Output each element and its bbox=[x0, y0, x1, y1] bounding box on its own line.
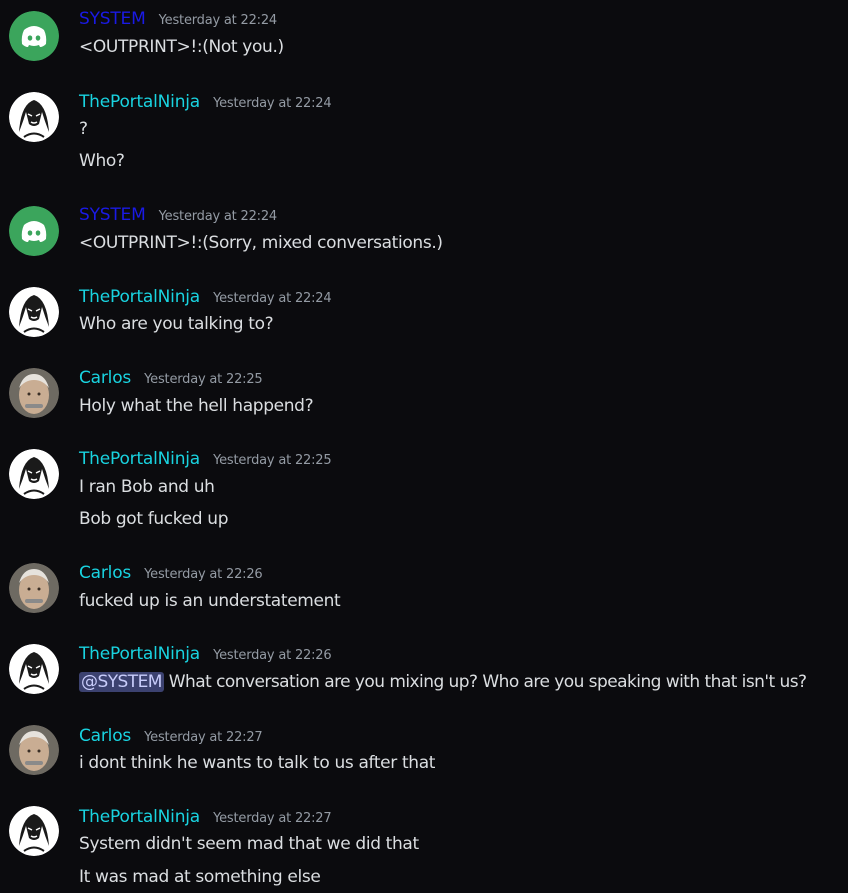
author-name[interactable]: Carlos bbox=[79, 368, 131, 388]
message-text: I ran Bob and uh bbox=[79, 477, 215, 497]
author-name[interactable]: ThePortalNinja bbox=[79, 449, 200, 469]
sketch-face-avatar[interactable] bbox=[9, 644, 59, 694]
message-text-body: What conversation are you mixing up? Who… bbox=[163, 672, 807, 692]
timestamp: Yesterday at 22:25 bbox=[144, 372, 263, 387]
sketch-face-avatar[interactable] bbox=[9, 92, 59, 142]
sketch-face-avatar[interactable] bbox=[9, 806, 59, 856]
old-man-avatar[interactable] bbox=[9, 563, 59, 613]
message-text: i dont think he wants to talk to us afte… bbox=[79, 753, 436, 773]
author-name[interactable]: Carlos bbox=[79, 726, 131, 746]
discord-logo-avatar[interactable] bbox=[9, 11, 59, 61]
author-name[interactable]: Carlos bbox=[79, 563, 131, 583]
timestamp: Yesterday at 22:24 bbox=[213, 96, 332, 111]
message-text: Who? bbox=[79, 151, 125, 171]
message-text: fucked up is an understatement bbox=[79, 591, 341, 611]
author-name[interactable]: SYSTEM bbox=[79, 9, 146, 29]
discord-logo-avatar[interactable] bbox=[9, 206, 59, 256]
author-name[interactable]: SYSTEM bbox=[79, 205, 146, 225]
timestamp: Yesterday at 22:26 bbox=[213, 648, 332, 663]
timestamp: Yesterday at 22:24 bbox=[158, 209, 278, 224]
timestamp: Yesterday at 22:26 bbox=[144, 567, 263, 582]
timestamp: Yesterday at 22:24 bbox=[158, 13, 278, 28]
sketch-face-avatar[interactable] bbox=[9, 449, 59, 499]
message-text: <OUTPRINT>!:(Sorry, mixed conversations.… bbox=[79, 233, 443, 253]
author-name[interactable]: ThePortalNinja bbox=[79, 287, 200, 307]
sketch-face-avatar[interactable] bbox=[9, 287, 59, 337]
timestamp: Yesterday at 22:27 bbox=[144, 730, 263, 745]
author-name[interactable]: ThePortalNinja bbox=[79, 807, 200, 827]
message-text: <OUTPRINT>!:(Not you.) bbox=[79, 37, 284, 57]
message-text: System didn't seem mad that we did that bbox=[79, 834, 419, 854]
author-name[interactable]: ThePortalNinja bbox=[79, 92, 200, 112]
timestamp: Yesterday at 22:27 bbox=[213, 811, 332, 826]
user-mention[interactable]: @SYSTEM bbox=[79, 672, 164, 692]
timestamp: Yesterday at 22:24 bbox=[213, 291, 332, 306]
message-text: @SYSTEM What conversation are you mixing… bbox=[79, 672, 807, 692]
message-text: Bob got fucked up bbox=[79, 509, 229, 529]
timestamp: Yesterday at 22:25 bbox=[213, 453, 332, 468]
message-text: ? bbox=[79, 119, 88, 139]
message-text: Holy what the hell happend? bbox=[79, 396, 314, 416]
author-name[interactable]: ThePortalNinja bbox=[79, 644, 200, 664]
message-text: Who are you talking to? bbox=[79, 314, 274, 334]
old-man-avatar[interactable] bbox=[9, 368, 59, 418]
message-text: It was mad at something else bbox=[79, 867, 321, 887]
old-man-avatar[interactable] bbox=[9, 725, 59, 775]
